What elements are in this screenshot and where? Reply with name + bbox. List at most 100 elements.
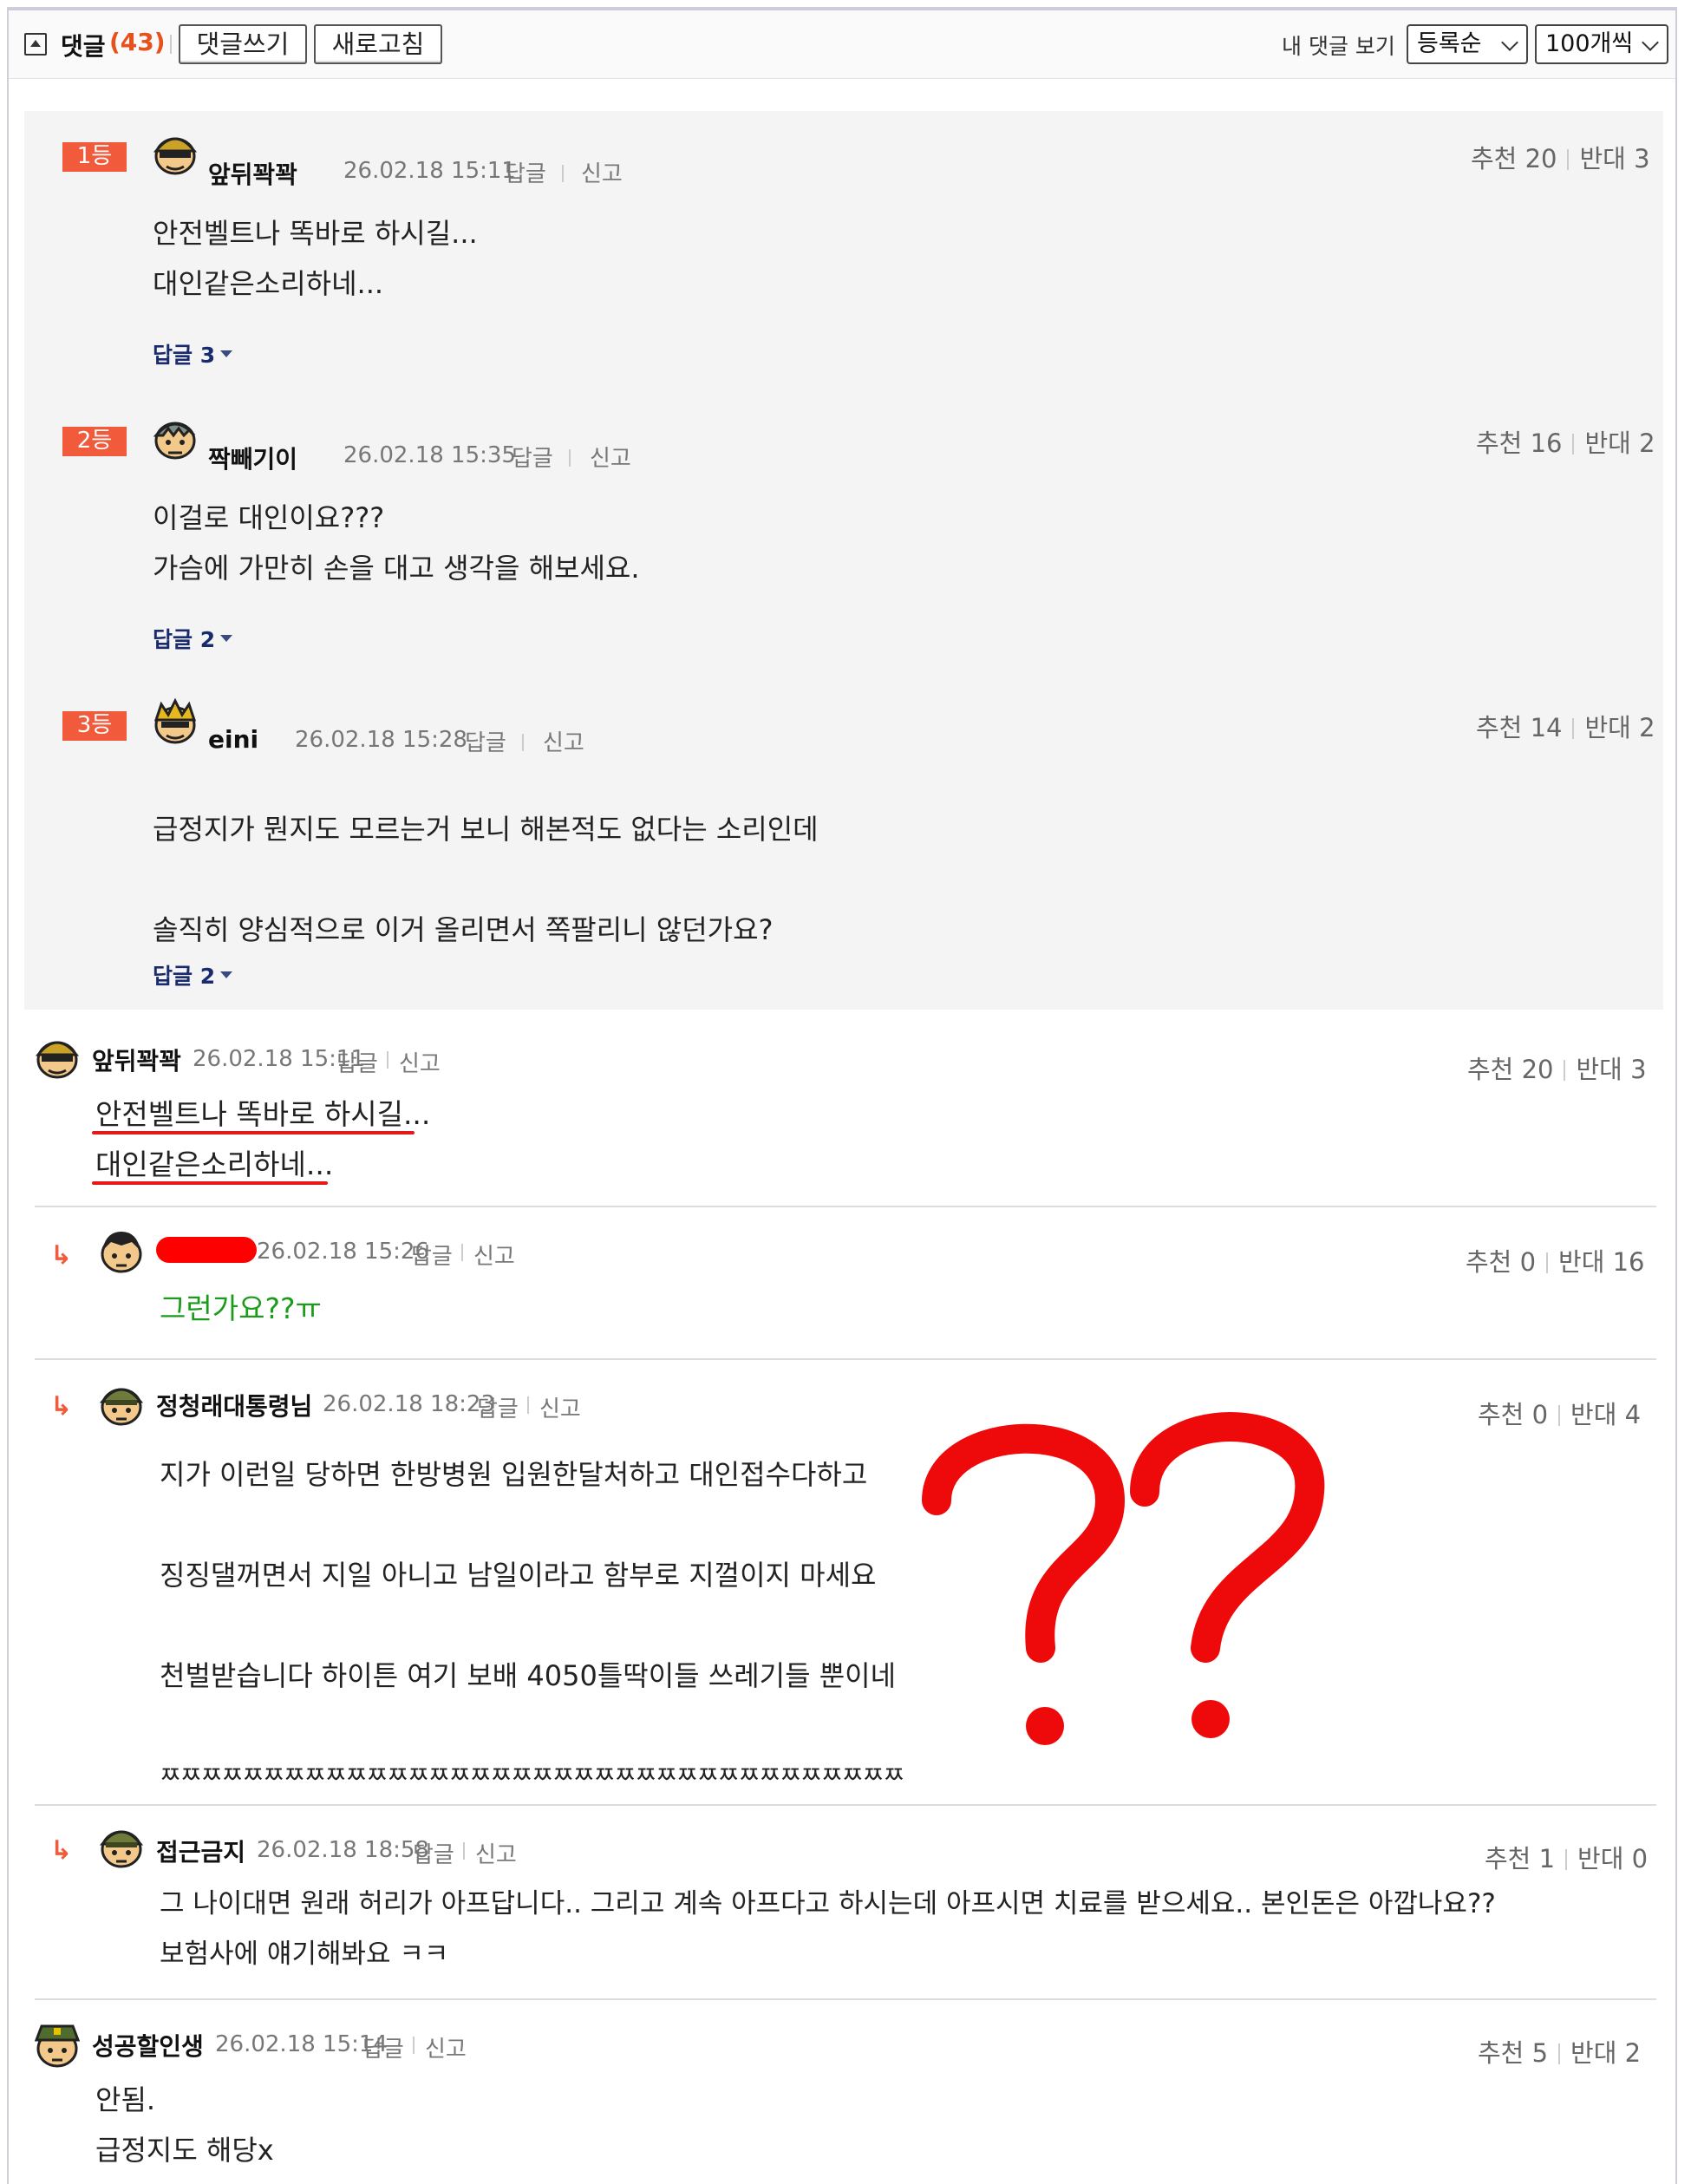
question-marks-annotation [922,1412,1325,1745]
comment-body: 그런가요??ㅠ [160,1284,322,1334]
meta-divider [527,1396,529,1414]
vote-counts: 추천 14 반대 2 [1476,708,1655,744]
vote-counts: 추천 20 반대 3 [1471,139,1650,175]
comment-line: 안전벨트나 똑바로 하시길... [153,217,478,250]
meta-divider [413,2037,415,2054]
sort-select[interactable]: 등록순 [1407,24,1528,64]
vote-counts: 추천 5 반대 2 [1478,2033,1641,2070]
upvote-count[interactable]: 추천 20 [1471,144,1557,173]
avatar-icon[interactable] [33,1032,82,1081]
comment-nick[interactable]: 짝빼기이 [208,441,297,475]
meta-divider [562,165,564,182]
avatar-icon[interactable] [97,1379,146,1428]
meta-divider [463,1842,465,1860]
comments-count: (43) [109,28,166,56]
report-link[interactable]: 신고 [425,2031,467,2063]
reply-link[interactable]: 답글 [411,1239,453,1271]
avatar-icon[interactable] [33,2019,82,2068]
comment-line: 솔직히 양심적으로 이거 올리면서 쪽팔리니 않던가요? [153,913,774,946]
chevron-down-icon [1642,34,1659,51]
comment-nick[interactable]: 앞뒤꽉꽉 [208,156,297,191]
comment-nick[interactable]: 성공할인생 [92,2028,204,2063]
downvote-count[interactable]: 반대 3 [1576,1055,1646,1084]
comment-date: 26.02.18 15:11 [343,158,516,184]
downvote-count[interactable]: 반대 0 [1577,1844,1648,1873]
meta-divider [522,734,524,751]
report-link[interactable]: 신고 [543,725,584,757]
downvote-count[interactable]: 반대 4 [1570,1400,1641,1429]
refresh-button[interactable]: 새로고침 [314,24,442,64]
avatar-icon[interactable] [97,1821,146,1870]
report-link[interactable]: 신고 [475,1837,517,1869]
avatar-icon[interactable] [151,413,199,461]
comment-body: 이걸로 대인이요??? 가슴에 가만히 손을 대고 생각을 해보세요. [153,493,640,593]
comment-line: 보험사에 얘기해봐요 ㅋㅋ [160,1939,449,1970]
upvote-count[interactable]: 추천 0 [1478,1400,1548,1429]
reply-link[interactable]: 답글 [512,441,553,473]
write-comment-button[interactable]: 댓글쓰기 [179,24,307,64]
avatar-icon[interactable] [151,697,199,746]
report-link[interactable]: 신고 [473,1239,515,1271]
comment-line: 천벌받습니다 하이튼 여기 보배 4050틀딱이들 쓰레기들 뿐이네 [160,1659,897,1692]
comment-date: 26.02.18 15:35 [343,442,516,468]
downvote-count[interactable]: 반대 3 [1579,144,1649,173]
red-underline-annotation [92,1131,415,1135]
avatar-icon[interactable] [97,1226,146,1275]
comment-date: 26.02.18 15:28 [295,727,467,753]
comment-divider [35,1804,1656,1806]
comments-header: 댓글 (43) 댓글쓰기 새로고침 내 댓글 보기 등록순 100개씩 [9,10,1675,79]
replies-toggle[interactable]: 답글 2 [153,959,215,991]
comment-line: 급정지도 해당x [95,2134,274,2167]
replies-toggle[interactable]: 답글 3 [153,338,215,369]
vote-counts: 추천 1 반대 0 [1485,1839,1648,1875]
downvote-count[interactable]: 반대 2 [1570,2038,1641,2068]
my-comments-link[interactable]: 내 댓글 보기 [1282,29,1395,61]
comment-body: 안전벨트나 똑바로 하시길... 대인같은소리하네... [153,208,478,309]
reply-arrow-icon: ↳ [50,1240,73,1271]
comment-nick[interactable]: 앞뒤꽉꽉 [92,1043,181,1077]
reply-link[interactable]: 답글 [413,1837,454,1869]
upvote-count[interactable]: 추천 14 [1476,713,1562,742]
upvote-count[interactable]: 추천 16 [1476,428,1562,458]
report-link[interactable]: 신고 [581,156,623,188]
downvote-count[interactable]: 반대 2 [1584,713,1655,742]
reply-link[interactable]: 답글 [336,1046,378,1078]
replies-toggle[interactable]: 답글 2 [153,623,215,654]
reply-link[interactable]: 답글 [477,1391,519,1423]
upvote-count[interactable]: 추천 20 [1467,1055,1553,1084]
sort-select-value: 등록순 [1417,30,1482,57]
reply-link[interactable]: 답글 [465,725,506,757]
upvote-count[interactable]: 추천 0 [1466,1247,1536,1277]
comment-divider [35,1358,1656,1360]
downvote-count[interactable]: 반대 2 [1584,428,1655,458]
comment-line: 지가 이런일 당하면 한방병원 입원한달처하고 대인접수다하고 [160,1458,868,1491]
comment-line: 가슴에 가만히 손을 대고 생각을 해보세요. [153,552,640,585]
caret-down-icon [220,350,232,357]
comment-nick[interactable]: 정청래대통령님 [156,1388,312,1422]
collapse-toggle-icon[interactable] [24,33,47,56]
comment-line: 그런가요??ㅠ [160,1291,322,1325]
comment-nick[interactable]: 접근금지 [156,1834,245,1868]
page-size-select[interactable]: 100개씩 [1535,24,1668,64]
comment-nick[interactable]: eini [208,725,258,754]
report-link[interactable]: 신고 [539,1391,581,1423]
comment-divider [35,1998,1656,2000]
reply-link[interactable]: 답글 [362,2031,404,2063]
rank-badge: 1등 [62,142,127,172]
downvote-count[interactable]: 반대 16 [1558,1247,1644,1277]
reply-arrow-icon: ↳ [50,1835,73,1866]
vote-counts: 추천 20 반대 3 [1467,1049,1647,1086]
reply-link[interactable]: 답글 [505,156,546,188]
rank-badge: 3등 [62,711,127,741]
comment-date: 26.02.18 18:58 [257,1837,429,1863]
upvote-count[interactable]: 추천 5 [1478,2038,1548,2068]
comments-title: 댓글 [61,32,106,61]
avatar-icon[interactable] [151,128,199,177]
upvote-count[interactable]: 추천 1 [1485,1844,1555,1873]
report-link[interactable]: 신고 [590,441,631,473]
page-size-select-value: 100개씩 [1545,30,1634,57]
comment-body: 급정지가 뭔지도 모르는거 보니 해본적도 없다는 소리인데 솔직히 양심적으로… [153,779,819,980]
report-link[interactable]: 신고 [399,1046,441,1078]
comment-line: 안됨. [95,2083,156,2116]
red-underline-annotation [92,1181,328,1185]
